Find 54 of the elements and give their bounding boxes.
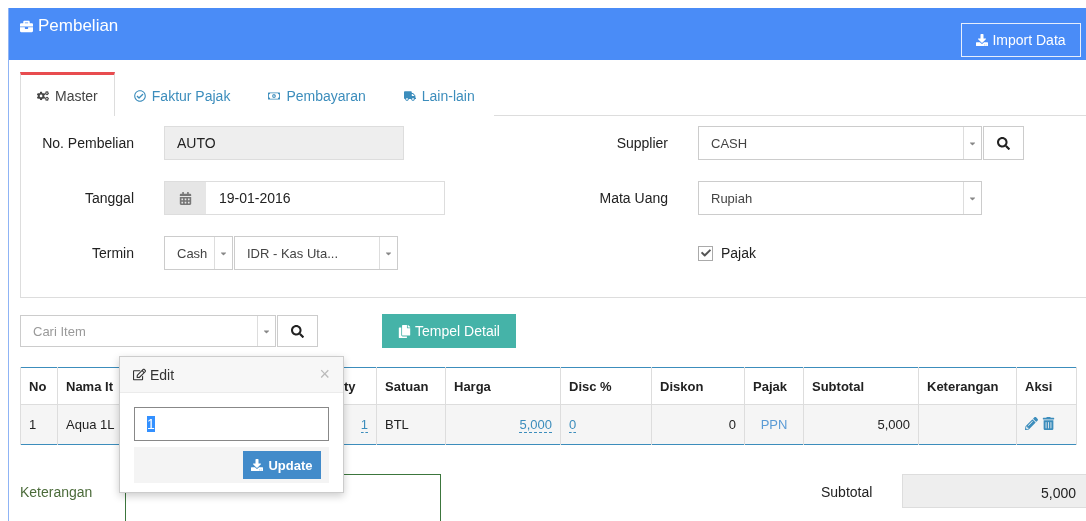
paste-detail-button[interactable]: Tempel Detail	[382, 314, 516, 348]
pencil-icon[interactable]	[1025, 416, 1038, 430]
table-cell: 5,000	[803, 404, 919, 445]
truck-icon	[403, 89, 416, 102]
field-label: No. Pembelian	[41, 135, 135, 151]
download-icon	[251, 459, 264, 471]
qty-link[interactable]: 1	[360, 417, 368, 433]
tab[interactable]: Master	[20, 72, 115, 116]
column-header: Diskon	[651, 367, 745, 405]
account-select[interactable]: IDR - Kas Uta...	[234, 236, 398, 270]
briefcase-icon	[20, 19, 33, 33]
note-label: Keterangan	[20, 483, 94, 502]
page-title: Pembelian	[38, 16, 119, 36]
table-cell: 0	[651, 404, 745, 445]
column-header: Satuan	[376, 367, 446, 405]
download-icon	[976, 34, 989, 46]
trash-icon[interactable]	[1041, 416, 1055, 430]
checkbox-label: Pajak	[721, 245, 757, 261]
edit-icon	[133, 368, 146, 381]
supplier-select[interactable]: CASH	[698, 126, 982, 160]
tax-link[interactable]: PPN	[760, 417, 788, 432]
term-select[interactable]: Cash	[164, 236, 233, 270]
import-data-button[interactable]: Import Data	[961, 23, 1081, 57]
number-field[interactable]: AUTO	[164, 126, 404, 160]
field-label: Supplier	[615, 135, 669, 151]
checkbox[interactable]	[698, 245, 713, 261]
item-search-select[interactable]: Cari Item	[20, 315, 276, 347]
search-button[interactable]	[983, 126, 1024, 160]
search-icon	[291, 324, 304, 338]
table-cell: 1	[20, 404, 58, 445]
update-button[interactable]: Update	[243, 451, 321, 479]
field-label: Mata Uang	[598, 190, 669, 206]
search-button[interactable]	[277, 315, 318, 347]
discount-percent-link[interactable]: 0	[569, 417, 577, 433]
column-header: Keterangan	[918, 367, 1017, 405]
banknote-icon	[268, 89, 281, 102]
copy-icon	[398, 324, 412, 338]
field-label: Termin	[91, 245, 135, 261]
gears-icon	[37, 89, 49, 102]
price-link[interactable]: 5,000	[519, 417, 552, 433]
quantity-input-field[interactable]: 1	[134, 407, 329, 441]
search-icon	[997, 136, 1010, 150]
table-cell: BTL	[376, 404, 446, 445]
column-header: No	[20, 367, 58, 405]
column-header: Pajak	[744, 367, 804, 405]
popover-title: Edit	[150, 366, 175, 383]
subtotal-field[interactable]: 5,000	[902, 474, 1086, 508]
column-header: Harga	[445, 367, 561, 405]
currency-select[interactable]: Rupiah	[698, 181, 982, 215]
column-header: Aksi	[1016, 367, 1077, 405]
column-header: Disc %	[560, 367, 652, 405]
field-label: Tanggal	[83, 190, 135, 206]
subtotal-label: Subtotal	[821, 483, 874, 502]
column-header: Subtotal	[803, 367, 919, 405]
